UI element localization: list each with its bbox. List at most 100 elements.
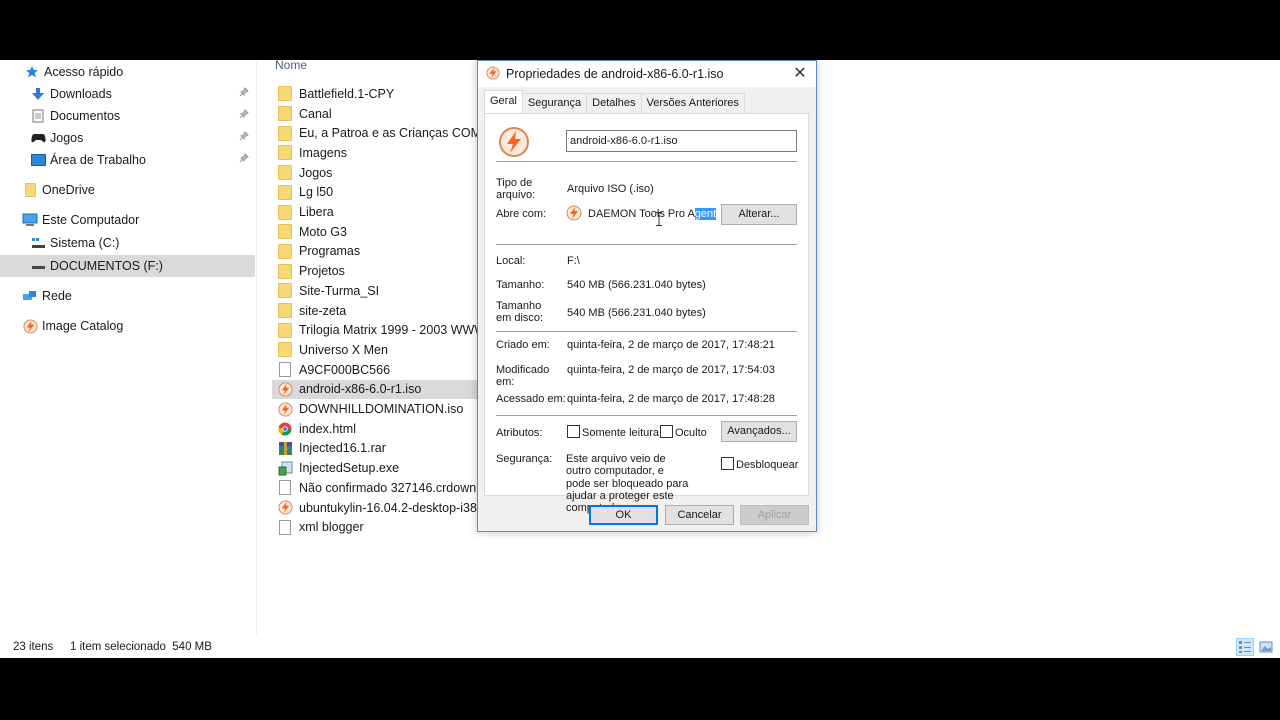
large-icons-view-button[interactable] xyxy=(1257,638,1275,656)
pin-icon[interactable] xyxy=(239,109,251,121)
close-button[interactable]: ✕ xyxy=(790,64,810,84)
readonly-label: Somente leitura xyxy=(582,427,660,439)
file-row[interactable]: site-zeta xyxy=(272,301,478,321)
change-button[interactable]: Alterar... xyxy=(721,204,797,225)
file-row[interactable]: Moto G3 xyxy=(272,222,478,242)
modified-label: Modificado em: xyxy=(496,364,550,388)
file-type-value: Arquivo ISO (.iso) xyxy=(567,183,654,195)
sidebar-item-label: DOCUMENTOS (F:) xyxy=(50,259,163,273)
sidebar-item-system-c[interactable]: Sistema (C:) xyxy=(0,232,255,254)
file-row[interactable]: index.html xyxy=(272,419,478,439)
file-name: A9CF000BC566 xyxy=(299,362,391,377)
sidebar-item-label: Jogos xyxy=(50,131,84,145)
folder-icon xyxy=(277,145,293,161)
item-count: 23 itens xyxy=(13,641,54,653)
file-row[interactable]: Jogos xyxy=(272,163,478,183)
file-icon xyxy=(277,480,293,496)
separator xyxy=(496,244,797,245)
tab-security[interactable]: Segurança xyxy=(521,93,588,113)
file-row[interactable]: DOWNHILLDOMINATION.iso xyxy=(272,399,478,419)
file-row[interactable]: Libera xyxy=(272,202,478,222)
sidebar-item-this-pc[interactable]: Este Computador xyxy=(0,209,255,231)
details-view-icon xyxy=(1239,641,1251,653)
selected-text: gent xyxy=(694,208,717,220)
file-row[interactable]: Eu, a Patroa e as Crianças COMPLETO xyxy=(272,123,478,143)
file-row[interactable]: Injected16.1.rar xyxy=(272,439,478,459)
file-name: Jogos xyxy=(299,165,333,180)
file-row[interactable]: android-x86-6.0-r1.iso xyxy=(272,379,478,400)
advanced-button[interactable]: Avançados... xyxy=(721,421,797,442)
document-icon xyxy=(30,108,46,124)
folder-icon xyxy=(277,86,293,102)
file-row[interactable]: A9CF000BC566 xyxy=(272,360,478,380)
file-name: Universo X Men xyxy=(299,342,388,357)
filename-input[interactable] xyxy=(566,130,797,152)
accessed-value: quinta-feira, 2 de março de 2017, 17:48:… xyxy=(567,393,775,405)
file-row[interactable]: Battlefield.1-CPY xyxy=(272,84,478,104)
sidebar-item-documents[interactable]: Documentos xyxy=(0,105,255,127)
hidden-label: Oculto xyxy=(675,427,707,439)
sidebar-item-downloads[interactable]: Downloads xyxy=(0,83,255,105)
sidebar-item-label: Documentos xyxy=(50,109,121,123)
ok-button[interactable]: OK xyxy=(589,505,658,525)
sidebar-item-onedrive[interactable]: OneDrive xyxy=(0,179,255,201)
separator xyxy=(496,161,797,162)
sidebar-item-games[interactable]: Jogos xyxy=(0,127,255,149)
file-row[interactable]: xml blogger xyxy=(272,517,478,537)
sidebar-item-quick-access[interactable]: Acesso rápido xyxy=(0,61,255,83)
cancel-button[interactable]: Cancelar xyxy=(665,505,734,525)
file-name: Lg l50 xyxy=(299,185,334,200)
file-row[interactable]: InjectedSetup.exe xyxy=(272,458,478,478)
pin-icon[interactable] xyxy=(239,153,251,165)
hidden-checkbox[interactable] xyxy=(660,425,673,438)
column-header-name[interactable]: Nome xyxy=(275,60,307,72)
folder-icon xyxy=(22,182,38,198)
file-type-icon xyxy=(498,126,530,163)
separator xyxy=(496,415,797,416)
unblock-checkbox[interactable] xyxy=(721,457,734,470)
file-row[interactable]: Não confirmado 327146.crdownload xyxy=(272,478,478,498)
daemon-tools-icon xyxy=(277,401,293,417)
file-row[interactable]: Lg l50 xyxy=(272,183,478,203)
file-row[interactable]: Universo X Men xyxy=(272,340,478,360)
readonly-checkbox[interactable] xyxy=(567,425,580,438)
daemon-tools-icon xyxy=(277,500,293,516)
navigation-pane: Acesso rápido Downloads Documentos Jogos… xyxy=(0,60,257,635)
file-name: Eu, a Patroa e as Crianças COMPLETO xyxy=(299,126,478,141)
tab-previous-versions[interactable]: Versões Anteriores xyxy=(640,93,745,113)
file-row[interactable]: Site-Turma_SI xyxy=(272,281,478,301)
download-arrow-icon xyxy=(30,86,46,102)
file-row[interactable]: Canal xyxy=(272,104,478,124)
general-tab-panel: Tipo de arquivo: Arquivo ISO (.iso) Abre… xyxy=(484,113,809,514)
sidebar-item-network[interactable]: Rede xyxy=(0,285,255,307)
file-row[interactable]: Imagens xyxy=(272,143,478,163)
folder-icon xyxy=(277,204,293,220)
tab-general[interactable]: Geral xyxy=(484,90,523,113)
sidebar-item-documentos-f[interactable]: DOCUMENTOS (F:) xyxy=(0,255,255,277)
pin-icon[interactable] xyxy=(239,131,251,143)
dialog-title-bar[interactable]: Propriedades de android-x86-6.0-r1.iso ✕ xyxy=(478,61,816,87)
sidebar-item-image-catalog[interactable]: Image Catalog xyxy=(0,315,255,337)
file-row[interactable]: Programas xyxy=(272,242,478,262)
file-row[interactable]: Trilogia Matrix 1999 - 2003 WWW xyxy=(272,320,478,340)
apply-button[interactable]: Aplicar xyxy=(740,505,809,525)
file-row[interactable]: Projetos xyxy=(272,261,478,281)
daemon-tools-icon xyxy=(486,65,500,83)
status-bar: 23 itens 1 item selecionado 540 MB xyxy=(0,635,1280,658)
daemon-tools-icon xyxy=(277,381,293,397)
sidebar-item-desktop[interactable]: Área de Trabalho xyxy=(0,149,255,171)
file-name: Canal xyxy=(299,106,332,121)
drive-icon xyxy=(30,258,46,274)
screen: Acesso rápido Downloads Documentos Jogos… xyxy=(0,60,1280,658)
folder-icon xyxy=(277,263,293,279)
file-name: Libera xyxy=(299,205,334,220)
pin-icon[interactable] xyxy=(239,87,251,99)
tab-details[interactable]: Detalhes xyxy=(586,93,642,113)
daemon-tools-icon xyxy=(566,205,582,226)
details-view-button[interactable] xyxy=(1236,638,1254,656)
file-row[interactable]: ubuntukylin-16.04.2-desktop-i386.iso xyxy=(272,498,478,518)
sidebar-item-label: Este Computador xyxy=(42,213,140,227)
gamepad-icon xyxy=(30,130,46,146)
large-icons-view-icon xyxy=(1259,641,1273,653)
folder-icon xyxy=(277,184,293,200)
